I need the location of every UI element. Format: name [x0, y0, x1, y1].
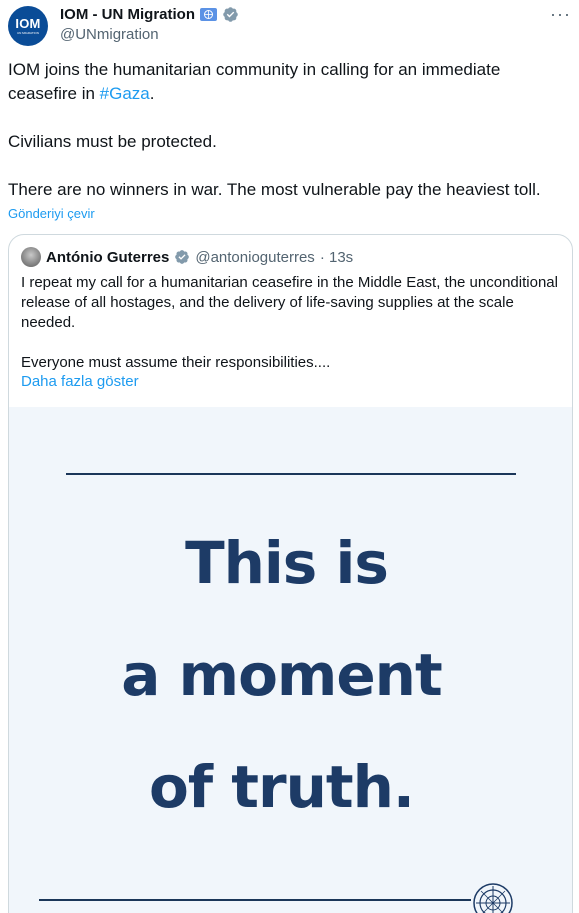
post-text-part: IOM joins the humanitarian community in … [8, 60, 501, 103]
post-text: IOM joins the humanitarian community in … [8, 58, 568, 202]
un-emblem-icon [473, 883, 513, 913]
divider-line [39, 899, 471, 901]
image-text-line-2: a moment [121, 641, 442, 709]
verified-badge-icon [175, 250, 190, 264]
post-text-part: . [149, 84, 155, 103]
quoted-post[interactable]: António Guterres @antonioguterres · 13s … [8, 234, 573, 913]
avatar[interactable]: IOM UN MIGRATION [8, 6, 48, 46]
hashtag-link[interactable]: #Gaza [100, 84, 150, 103]
post-header: IOM UN MIGRATION IOM - UN Migration @UNm… [8, 4, 571, 48]
quoted-avatar[interactable] [21, 247, 41, 267]
quoted-display-name[interactable]: António Guterres [46, 249, 169, 266]
name-row: IOM - UN Migration [60, 6, 239, 23]
avatar-logo-subtext: UN MIGRATION [17, 31, 39, 35]
image-text-line-3: of truth. [149, 753, 415, 821]
user-handle[interactable]: @UNmigration [60, 26, 159, 43]
post-paragraph-2: Civilians must be protected. [8, 132, 217, 151]
verified-badge-icon[interactable] [222, 6, 239, 23]
more-icon[interactable]: ··· [550, 4, 571, 25]
post-paragraph-1: IOM joins the humanitarian community in … [8, 58, 568, 106]
quoted-paragraph-1: I repeat my call for a humanitarian ceas… [21, 274, 558, 331]
quoted-handle[interactable]: @antonioguterres [195, 249, 314, 266]
display-name[interactable]: IOM - UN Migration [60, 6, 195, 23]
post-paragraph-3: There are no winners in war. The most vu… [8, 180, 541, 199]
show-more-link[interactable]: Daha fazla göster [21, 373, 139, 390]
divider-line [66, 473, 516, 475]
avatar-logo-text: IOM [15, 16, 41, 31]
quoted-image[interactable]: This is a moment of truth. [9, 407, 572, 913]
quoted-paragraph-2: Everyone must assume their responsibilit… [21, 354, 331, 371]
image-text-line-1: This is [185, 529, 389, 597]
un-affiliation-icon[interactable] [200, 8, 217, 21]
quoted-post-header: António Guterres @antonioguterres · 13s [21, 247, 353, 267]
quoted-timestamp[interactable]: · 13s [320, 249, 353, 266]
translate-post-link[interactable]: Gönderiyi çevir [8, 206, 95, 221]
